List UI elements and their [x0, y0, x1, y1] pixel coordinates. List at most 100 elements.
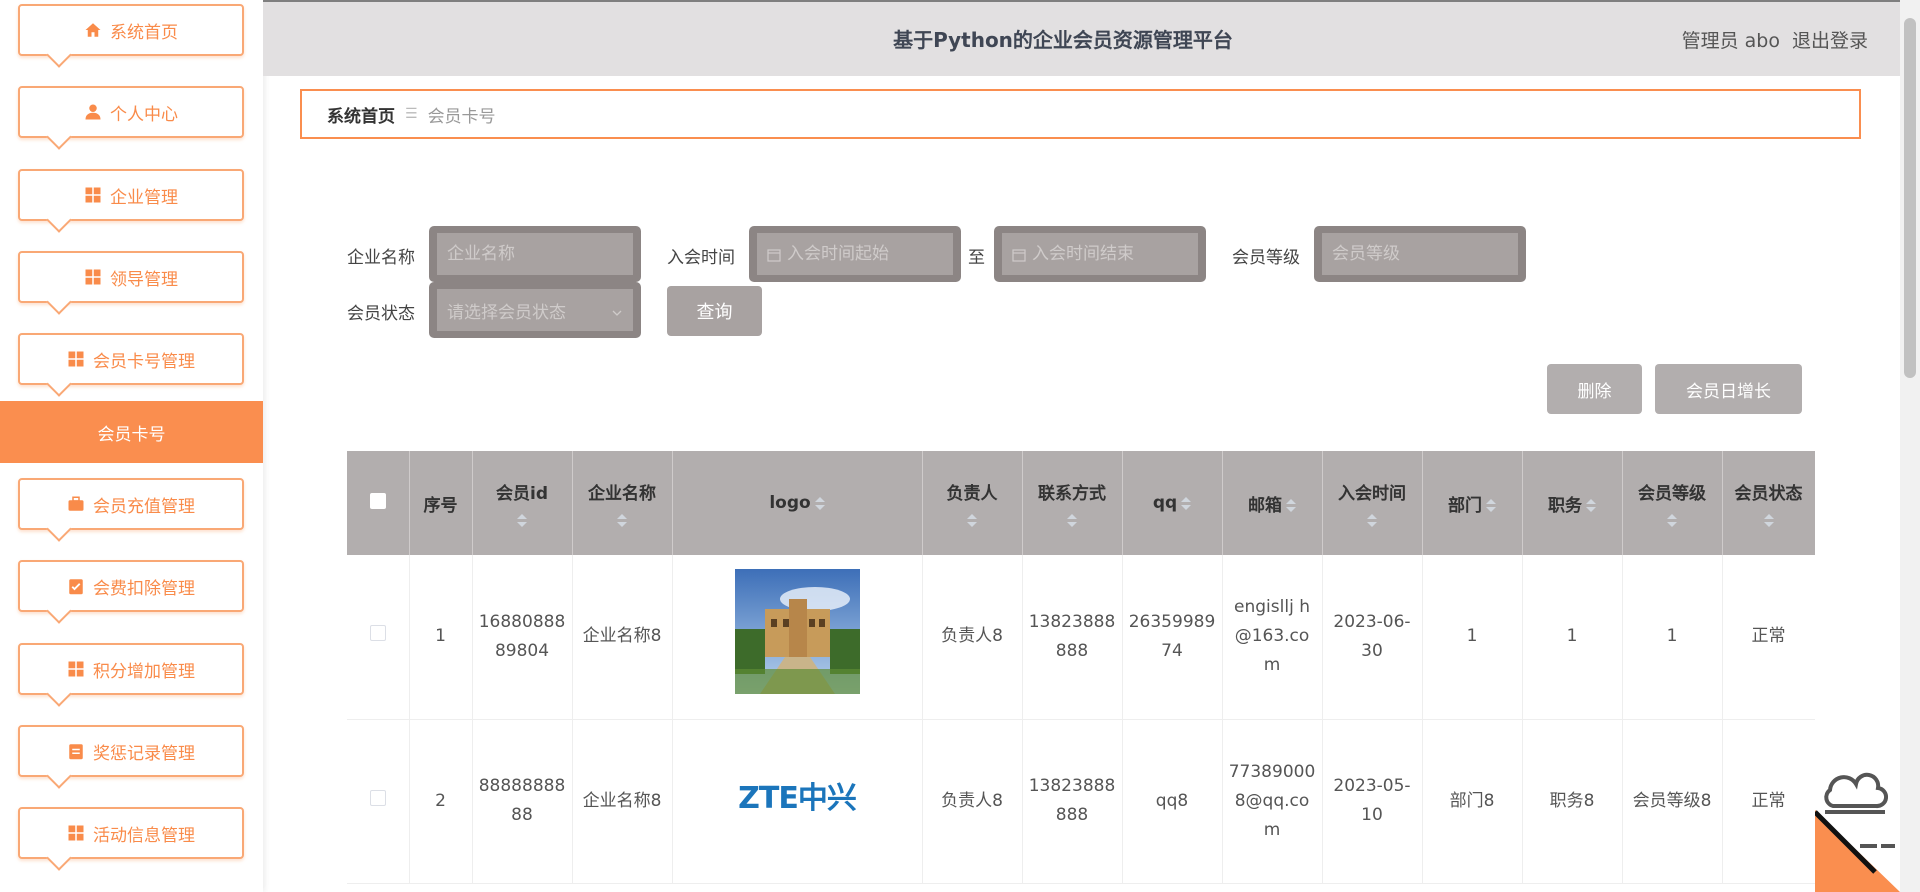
header-label: 职务 [1548, 495, 1582, 516]
header-member-id[interactable]: 会员id [472, 451, 573, 555]
header-logo[interactable]: logo [672, 451, 923, 555]
cell-level: 1 [1622, 555, 1723, 720]
sidebar-item-label: 领导管理 [110, 269, 178, 290]
sort-icon[interactable] [617, 514, 627, 527]
sidebar-item-member-card[interactable]: 会员卡号管理 [18, 333, 244, 385]
header-label: 邮箱 [1248, 495, 1282, 516]
table-header-row: 序号 会员id 企业名称 logo 负责人 联系方式 qq 邮箱 入会时间 部门… [347, 451, 1815, 555]
member-level-input[interactable] [1332, 244, 1518, 264]
sort-icon[interactable] [1181, 496, 1192, 510]
header-department[interactable]: 部门 [1422, 451, 1523, 555]
sort-icon[interactable] [1486, 499, 1496, 512]
clipboard-icon [67, 742, 85, 760]
cell-join-time: 2023-06-30 [1322, 555, 1423, 720]
header-label: 会员状态 [1734, 484, 1803, 504]
delete-button[interactable]: 删除 [1547, 364, 1642, 414]
header-company[interactable]: 企业名称 [572, 451, 673, 555]
sidebar-item-label: 系统首页 [110, 22, 178, 43]
header-email[interactable]: 邮箱 [1222, 451, 1323, 555]
join-time-end-field[interactable] [994, 226, 1206, 282]
member-status-select[interactable]: 请选择会员状态 [429, 282, 641, 338]
cell-member-id: 1688088889804 [472, 555, 573, 720]
header-select-all[interactable] [347, 451, 410, 555]
cell-logo [672, 555, 923, 720]
member-level-field[interactable] [1314, 226, 1526, 282]
sort-icon[interactable] [967, 514, 977, 527]
header-owner[interactable]: 负责人 [922, 451, 1023, 555]
sidebar-item-activity[interactable]: 活动信息管理 [18, 807, 244, 859]
sidebar-item-label: 企业管理 [110, 187, 178, 208]
cell-owner: 负责人8 [922, 555, 1023, 720]
header-position[interactable]: 职务 [1522, 451, 1623, 555]
cell-logo: ZTE中兴 [672, 719, 923, 884]
sidebar-item-label: 积分增加管理 [93, 661, 195, 682]
sidebar-item-personal-center[interactable]: 个人中心 [18, 86, 244, 138]
join-time-label: 入会时间 [667, 248, 735, 268]
calendar-icon [1012, 247, 1026, 262]
header-join-time[interactable]: 入会时间 [1322, 451, 1423, 555]
sort-icon[interactable] [814, 496, 825, 510]
sidebar-item-label: 会员充值管理 [93, 496, 195, 517]
sort-icon[interactable] [1763, 514, 1774, 527]
grid-icon [67, 660, 85, 678]
cell-department: 1 [1422, 555, 1523, 720]
cell-contact: 13823888888 [1022, 555, 1123, 720]
chevron-down-icon [611, 304, 623, 316]
company-name-field[interactable] [429, 226, 641, 282]
sidebar-item-label: 奖惩记录管理 [93, 743, 195, 764]
select-all-checkbox[interactable] [369, 492, 386, 509]
sidebar-item-enterprise[interactable]: 企业管理 [18, 169, 244, 221]
member-card-table: 序号 会员id 企业名称 logo 负责人 联系方式 qq 邮箱 入会时间 部门… [347, 451, 1815, 892]
sidebar-subitem-label: 会员卡号 [97, 424, 166, 445]
sidebar-item-label: 个人中心 [110, 104, 178, 125]
sidebar: 系统首页 个人中心 企业管理 领导管理 会员卡号管理 会员卡号 会员充值管理 会… [0, 0, 263, 892]
row-select[interactable] [347, 719, 410, 884]
cell-owner: 负责人8 [922, 719, 1023, 884]
sidebar-item-home[interactable]: 系统首页 [18, 4, 244, 56]
sidebar-item-points[interactable]: 积分增加管理 [18, 643, 244, 695]
cell-status: 正常 [1722, 719, 1815, 884]
sort-icon[interactable] [1367, 514, 1377, 527]
header-level[interactable]: 会员等级 [1622, 451, 1723, 555]
row-checkbox[interactable] [369, 625, 386, 642]
cell-member-id: 8888888888 [472, 719, 573, 884]
row-select[interactable] [347, 555, 410, 720]
row-checkbox[interactable] [369, 789, 386, 806]
scrollbar-thumb[interactable] [1904, 18, 1916, 378]
breadcrumb-home[interactable]: 系统首页 [327, 102, 395, 127]
header-contact[interactable]: 联系方式 [1022, 451, 1123, 555]
member-level-label: 会员等级 [1232, 248, 1300, 268]
sidebar-item-label: 会费扣除管理 [93, 578, 195, 599]
company-name-input[interactable] [447, 244, 633, 264]
join-time-start-field[interactable] [749, 226, 961, 282]
header-label: 会员id [496, 484, 548, 504]
sort-icon[interactable] [1286, 499, 1296, 512]
cell-department: 部门8 [1422, 719, 1523, 884]
table-row: 2 8888888888 企业名称8 ZTE中兴 负责人8 1382388888… [347, 719, 1815, 884]
sidebar-subitem-member-card[interactable]: 会员卡号 [0, 401, 263, 463]
sort-icon[interactable] [1067, 514, 1077, 527]
sort-icon[interactable] [1667, 514, 1677, 527]
daily-growth-button[interactable]: 会员日增长 [1655, 364, 1802, 414]
calendar-icon [767, 247, 781, 262]
join-time-start-input[interactable] [787, 244, 953, 264]
sort-icon[interactable] [1586, 499, 1596, 512]
query-button[interactable]: 查询 [667, 286, 762, 336]
cell-qq: qq8 [1122, 719, 1223, 884]
logout-link[interactable]: 退出登录 [1792, 26, 1868, 53]
clipboard-check-icon [67, 577, 85, 595]
header-label: qq [1152, 493, 1178, 513]
header-label: 负责人 [946, 484, 998, 504]
sidebar-item-fee-deduct[interactable]: 会费扣除管理 [18, 560, 244, 612]
cell-position: 1 [1522, 555, 1623, 720]
sidebar-item-leader[interactable]: 领导管理 [18, 251, 244, 303]
join-time-end-input[interactable] [1032, 244, 1198, 264]
sidebar-item-reward-penalty[interactable]: 奖惩记录管理 [18, 725, 244, 777]
weather-widget-icon[interactable] [1815, 760, 1900, 892]
header-qq[interactable]: qq [1122, 451, 1223, 555]
header-status[interactable]: 会员状态 [1722, 451, 1815, 555]
sidebar-item-recharge[interactable]: 会员充值管理 [18, 478, 244, 530]
sort-icon[interactable] [517, 514, 527, 527]
page-scrollbar[interactable] [1900, 0, 1920, 892]
cell-index: 1 [409, 555, 473, 720]
